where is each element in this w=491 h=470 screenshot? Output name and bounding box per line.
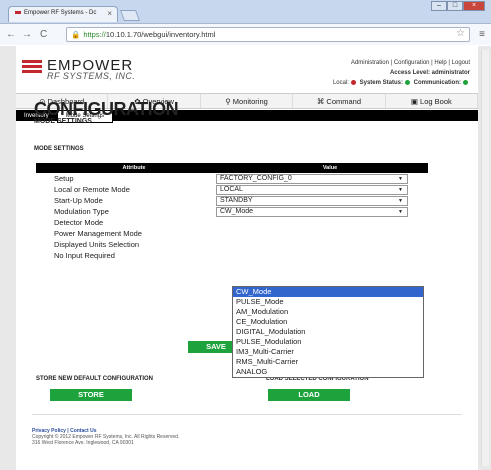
dropdown-option[interactable]: PULSE_Mode xyxy=(233,297,423,307)
dropdown-option[interactable]: RMS_Multi-Carrier xyxy=(233,357,423,367)
row-label: Power Management Mode xyxy=(54,229,142,238)
dropdown-option[interactable]: PULSE_Modulation xyxy=(233,337,423,347)
col-value: Value xyxy=(322,165,338,171)
address: 316 West Florence Ave. Inglewood, CA 903… xyxy=(32,440,134,446)
logo-mark-icon xyxy=(22,60,42,75)
row-label: Displayed Units Selection xyxy=(54,240,140,249)
browser-tab[interactable]: Empower RF Systems - Dc × xyxy=(8,6,118,22)
load-button[interactable]: LOAD xyxy=(268,389,350,401)
table-row: Power Management Mode xyxy=(36,228,428,239)
row-label: Detector Mode xyxy=(54,218,104,227)
dropdown-option[interactable]: DIGITAL_Modulation xyxy=(233,327,423,337)
close-tab-icon[interactable]: × xyxy=(107,9,112,18)
dropdown-option[interactable]: CW_Mode xyxy=(233,287,423,297)
select-value: LOCAL xyxy=(220,186,243,193)
settings-table: Attribute Value Setup FACTORY_CONFIG_0 ▼ L… xyxy=(36,163,428,261)
select-value: FACTORY_CONFIG_0 xyxy=(220,175,292,182)
new-tab-button[interactable] xyxy=(119,10,141,21)
comm-status-dot-icon xyxy=(463,79,468,85)
logo-line2: RF SYSTEMS, INC. xyxy=(47,71,136,81)
chevron-down-icon: ▼ xyxy=(398,187,403,193)
bookmark-star-icon[interactable]: ☆ xyxy=(456,28,465,39)
table-row: Modulation Type CW_Mode ▼ xyxy=(36,206,428,217)
chevron-down-icon: ▼ xyxy=(398,209,403,215)
address-bar[interactable]: 🔒 https://10.10.1.70/webgui/inventory.htm… xyxy=(66,27,470,42)
admin-links[interactable]: Administration | Configuration | Help | … xyxy=(333,58,470,68)
maximize-icon[interactable]: □ xyxy=(447,1,463,11)
browser-toolbar: ← → C 🔒 https://10.10.1.70/webgui/invento… xyxy=(0,23,491,45)
dropdown-option[interactable]: AM_Modulation xyxy=(233,307,423,317)
footer: Privacy Policy | Contact Us Copyright © … xyxy=(32,428,179,446)
table-row: Setup FACTORY_CONFIG_0 ▼ xyxy=(36,173,428,184)
modulation-type-select[interactable]: CW_Mode ▼ xyxy=(216,207,408,217)
nav-command[interactable]: ⌘ Command xyxy=(293,94,386,108)
tab-title: Empower RF Systems - Dc xyxy=(24,10,97,16)
page-title: CONFIGURATION xyxy=(34,99,179,119)
table-row: Local or Remote Mode LOCAL ▼ xyxy=(36,184,428,195)
table-header: Attribute Value xyxy=(36,163,428,173)
section-heading: MODE SETTINGS xyxy=(34,146,84,152)
status-row: Local: System Status: Communication: xyxy=(333,78,470,88)
table-row: Start-Up Mode STANDBY ▼ xyxy=(36,195,428,206)
minimize-icon[interactable]: – xyxy=(431,1,447,11)
dropdown-option[interactable]: ANALOG xyxy=(233,367,423,377)
store-button[interactable]: STORE xyxy=(50,389,132,401)
row-label: Setup xyxy=(54,174,74,183)
select-value: STANDBY xyxy=(220,197,253,204)
col-attribute: Attribute xyxy=(122,165,146,171)
store-config-label: STORE NEW DEFAULT CONFIGURATION xyxy=(36,376,153,382)
row-label: Modulation Type xyxy=(54,207,109,216)
table-row: No Input Required xyxy=(36,250,428,261)
dropdown-option[interactable]: CE_Modulation xyxy=(233,317,423,327)
nav-monitoring[interactable]: ⚲ Monitoring xyxy=(201,94,294,108)
url-path: 10.10.1.70/webgui/inventory.html xyxy=(105,30,216,39)
setup-select[interactable]: FACTORY_CONFIG_0 ▼ xyxy=(216,174,408,184)
table-row: Displayed Units Selection xyxy=(36,239,428,250)
header-links: Administration | Configuration | Help | … xyxy=(333,58,470,88)
local-status-dot-icon xyxy=(350,79,356,85)
page-subtitle: MODE SETTINGS xyxy=(34,118,92,125)
page-margin-left xyxy=(0,46,16,470)
reload-icon[interactable]: C xyxy=(40,29,47,40)
access-level: Access Level: administrator xyxy=(389,70,470,76)
forward-icon[interactable]: → xyxy=(22,29,32,40)
row-label: Local or Remote Mode xyxy=(54,185,130,194)
local-remote-select[interactable]: LOCAL ▼ xyxy=(216,185,408,195)
status-local-label: Local: xyxy=(332,80,349,86)
nav-logbook[interactable]: ▣ Log Book xyxy=(386,94,479,108)
url-scheme: https:// xyxy=(83,30,106,39)
table-row: Detector Mode xyxy=(36,217,428,228)
back-icon[interactable]: ← xyxy=(6,29,16,40)
vertical-scrollbar[interactable] xyxy=(481,50,489,466)
status-system-label: System Status: xyxy=(359,80,403,86)
select-value: CW_Mode xyxy=(220,208,254,215)
chevron-down-icon: ▼ xyxy=(398,198,403,204)
menu-icon[interactable]: ≡ xyxy=(479,29,485,40)
chevron-down-icon: ▼ xyxy=(398,176,403,182)
system-status-dot-icon xyxy=(404,79,410,85)
close-window-icon[interactable]: × xyxy=(463,1,485,11)
window-controls: – □ × xyxy=(431,1,485,11)
lock-icon: 🔒 xyxy=(71,30,81,39)
row-label: Start-Up Mode xyxy=(54,196,103,205)
browser-chrome: Empower RF Systems - Dc × – □ × ← → C 🔒 h… xyxy=(0,0,491,45)
row-label: No Input Required xyxy=(54,251,115,260)
startup-mode-select[interactable]: STANDBY ▼ xyxy=(216,196,408,206)
dropdown-option[interactable]: IM3_Multi-Carrier xyxy=(233,347,423,357)
footer-divider xyxy=(32,414,462,415)
status-comm-label: Communication: xyxy=(413,80,461,86)
modulation-dropdown-list: CW_Mode PULSE_Mode AM_Modulation CE_Modu… xyxy=(232,286,424,378)
favicon-icon xyxy=(15,10,21,14)
